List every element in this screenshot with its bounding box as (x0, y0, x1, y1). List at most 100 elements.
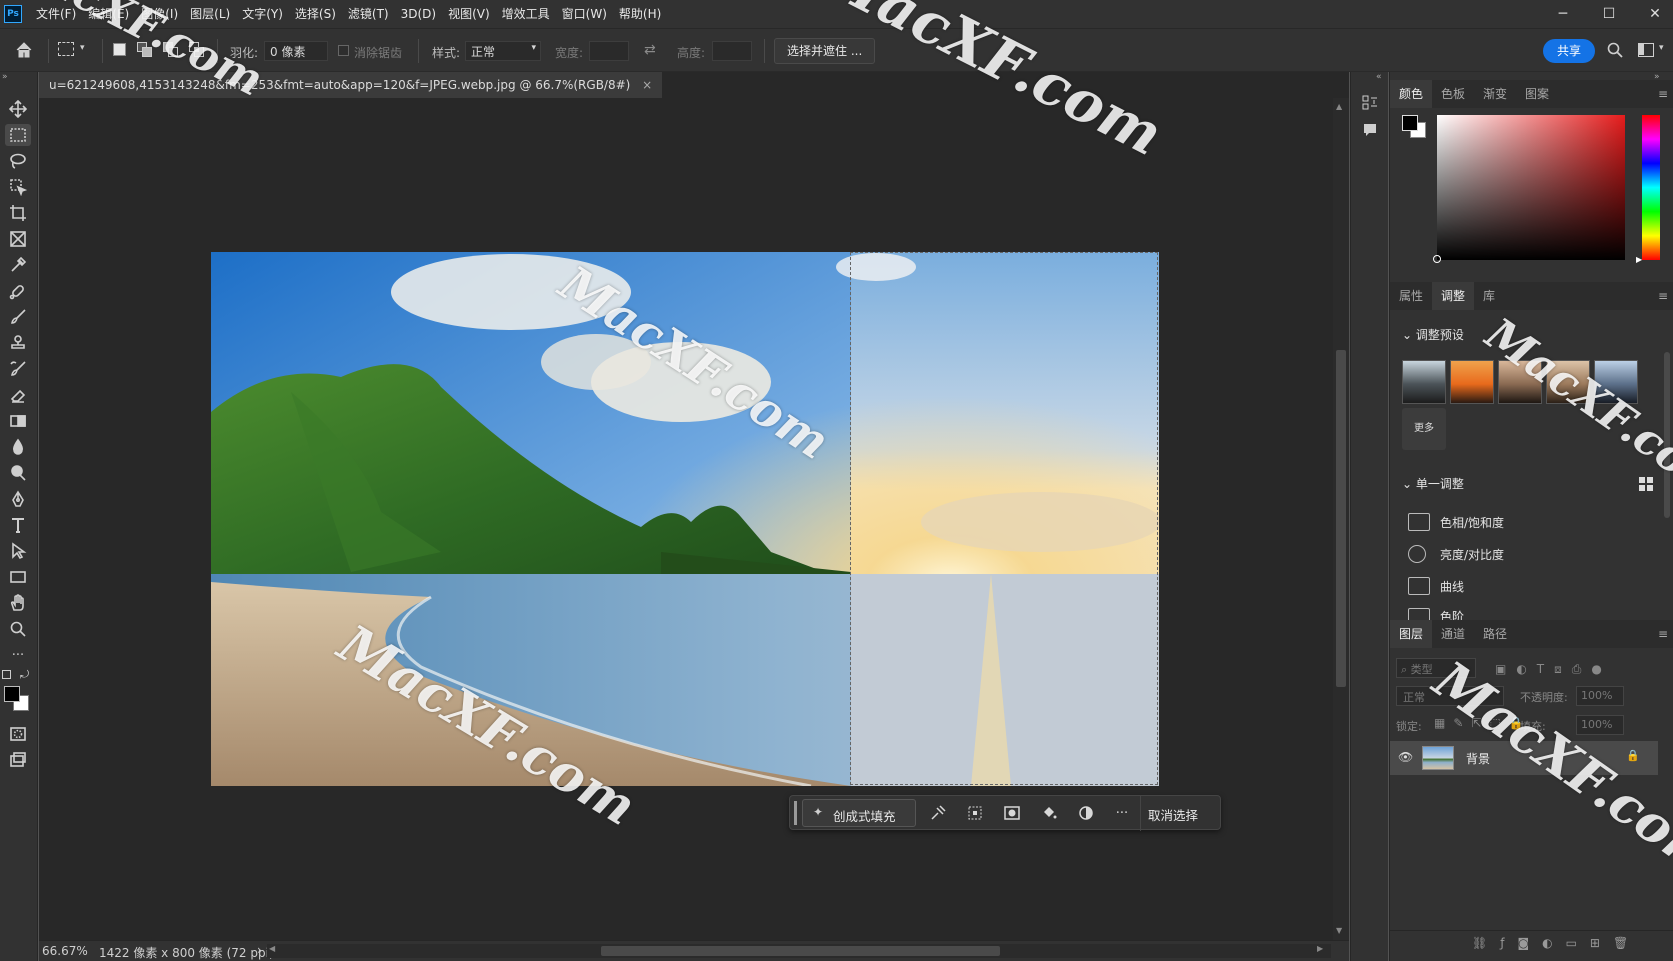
swap-icon[interactable]: ⇄ (644, 42, 656, 58)
search-icon[interactable] (1606, 41, 1626, 61)
preset-thumbnail-3[interactable] (1498, 360, 1542, 404)
comments-panel-icon[interactable] (1362, 122, 1378, 138)
close-window-button[interactable]: ✕ (1632, 0, 1673, 28)
menu-select[interactable]: 选择(S) (289, 0, 342, 28)
menu-file[interactable]: 文件(F) (30, 0, 82, 28)
minimize-button[interactable]: ─ (1540, 0, 1586, 28)
clone-stamp-tool-icon[interactable] (5, 332, 31, 354)
tab-gradients[interactable]: 渐变 (1474, 80, 1516, 108)
menu-image[interactable]: 图像(I) (135, 0, 184, 28)
menu-edit[interactable]: 编辑(E) (82, 0, 135, 28)
tab-adjustments[interactable]: 调整 (1432, 282, 1475, 310)
maximize-button[interactable]: ☐ (1586, 0, 1632, 28)
color-picker-cursor[interactable] (1433, 255, 1441, 263)
adjustment-layer-icon[interactable] (1077, 804, 1095, 822)
deselect-button[interactable]: 取消选择 (1148, 805, 1198, 824)
modify-selection-icon[interactable] (929, 804, 947, 822)
more-options-icon[interactable]: ··· (1113, 804, 1131, 822)
adjustments-panel-menu-icon[interactable]: ≡ (1658, 289, 1668, 303)
menu-3d[interactable]: 3D(D) (395, 0, 442, 28)
collapse-toolbar-icon[interactable]: » (2, 72, 8, 82)
workspace-chevron-down-icon[interactable]: ▾ (1659, 43, 1664, 53)
screen-mode-icon[interactable] (5, 749, 31, 771)
scroll-down-icon[interactable]: ▼ (1336, 926, 1342, 935)
tab-color[interactable]: 颜色 (1390, 80, 1433, 108)
gradient-tool-icon[interactable] (5, 410, 31, 432)
generative-fill-button[interactable]: ✦ 创成式填充 (802, 799, 916, 827)
single-adjustments-header[interactable]: ⌄ 单一调整 (1402, 475, 1464, 492)
vertical-scroll-thumb[interactable] (1336, 350, 1346, 687)
visibility-eye-icon[interactable]: 👁 (1398, 750, 1413, 764)
swap-colors-icon[interactable]: ⤾ (20, 668, 29, 682)
tab-swatches[interactable]: 色板 (1432, 80, 1474, 108)
menu-help[interactable]: 帮助(H) (613, 0, 667, 28)
adjustment-hue-saturation[interactable]: 色相/饱和度 (1408, 513, 1504, 531)
adjustment-brightness-contrast[interactable]: 亮度/对比度 (1408, 545, 1504, 563)
color-panel-menu-icon[interactable]: ≡ (1658, 87, 1668, 101)
marquee-preset-icon[interactable] (58, 42, 74, 56)
history-panel-icon[interactable] (1362, 94, 1378, 112)
hue-slider[interactable] (1642, 115, 1660, 260)
adjustment-levels[interactable]: 色阶 (1408, 608, 1464, 620)
zoom-tool-icon[interactable] (5, 618, 31, 640)
pen-tool-icon[interactable] (5, 488, 31, 510)
preset-thumbnail-4[interactable] (1546, 360, 1590, 404)
lasso-tool-icon[interactable] (5, 150, 31, 172)
preset-thumbnail-5[interactable] (1594, 360, 1638, 404)
fill-input[interactable]: 100% (1576, 715, 1624, 735)
hue-slider-handle[interactable]: ▶ (1636, 255, 1642, 264)
dodge-tool-icon[interactable] (5, 462, 31, 484)
menu-type[interactable]: 文字(Y) (236, 0, 289, 28)
style-select[interactable]: 正常 ▾ (465, 41, 541, 61)
eyedropper-tool-icon[interactable] (5, 254, 31, 276)
more-tools-icon[interactable]: ··· (5, 644, 31, 666)
scroll-right-icon[interactable]: ▶ (1317, 944, 1323, 953)
preset-thumbnail-2[interactable] (1450, 360, 1494, 404)
default-colors-icon[interactable] (2, 670, 11, 679)
scroll-left-icon[interactable]: ◀ (269, 944, 275, 953)
height-input[interactable] (712, 41, 752, 61)
width-input[interactable] (589, 41, 629, 61)
antialias-checkbox[interactable] (338, 45, 349, 56)
scroll-up-icon[interactable]: ▲ (1336, 102, 1342, 111)
adjustment-presets-header[interactable]: ⌄ 调整预设 (1402, 326, 1464, 343)
quick-mask-icon[interactable] (5, 723, 31, 745)
document-image[interactable] (211, 252, 1159, 786)
fill-selection-icon[interactable] (1040, 804, 1058, 822)
menu-window[interactable]: 窗口(W) (556, 0, 613, 28)
frame-tool-icon[interactable] (5, 228, 31, 250)
blur-tool-icon[interactable] (5, 436, 31, 458)
add-selection-icon[interactable] (137, 42, 153, 57)
move-tool-icon[interactable] (5, 98, 31, 120)
tab-patterns[interactable]: 图案 (1516, 80, 1558, 108)
spot-healing-brush-tool-icon[interactable] (5, 280, 31, 302)
crop-tool-icon[interactable] (5, 202, 31, 224)
opacity-input[interactable]: 100% (1576, 686, 1624, 706)
hand-tool-icon[interactable] (5, 592, 31, 614)
brush-tool-icon[interactable] (5, 306, 31, 328)
object-selection-tool-icon[interactable] (5, 176, 31, 198)
workspace-icon[interactable] (1638, 43, 1654, 57)
history-brush-tool-icon[interactable] (5, 358, 31, 380)
layer-row[interactable]: 👁 背景 🔒 (1390, 741, 1658, 775)
adjustments-scroll-thumb[interactable] (1664, 352, 1670, 518)
rectangle-tool-icon[interactable] (5, 566, 31, 588)
selection-marquee[interactable] (850, 252, 1158, 785)
subtract-selection-icon[interactable] (163, 42, 179, 57)
layer-filter-select[interactable]: ⌕ 类型 (1396, 658, 1476, 678)
document-tab[interactable]: u=621249608,4153143248&fm=253&fmt=auto&a… (39, 72, 663, 98)
foreground-color-swatch[interactable] (4, 686, 20, 702)
layer-actions-icons[interactable]: ⛓ƒ◙◐▭⊞🗑 (1472, 936, 1641, 950)
tab-paths[interactable]: 路径 (1474, 620, 1516, 648)
menu-view[interactable]: 视图(V) (442, 0, 496, 28)
close-tab-icon[interactable]: × (642, 78, 652, 92)
menu-layer[interactable]: 图层(L) (184, 0, 236, 28)
panel-foreground-swatch[interactable] (1402, 115, 1418, 131)
preset-chevron-down-icon[interactable]: ▾ (80, 43, 85, 53)
collapse-panels-icon[interactable]: « (1376, 72, 1382, 82)
intersect-selection-icon[interactable] (189, 42, 205, 57)
type-tool-icon[interactable] (5, 514, 31, 536)
lock-options-icons[interactable]: ▦✎⇱⬚🔒 (1434, 716, 1532, 730)
preset-thumbnail-1[interactable] (1402, 360, 1446, 404)
grid-view-icon[interactable] (1639, 477, 1653, 491)
